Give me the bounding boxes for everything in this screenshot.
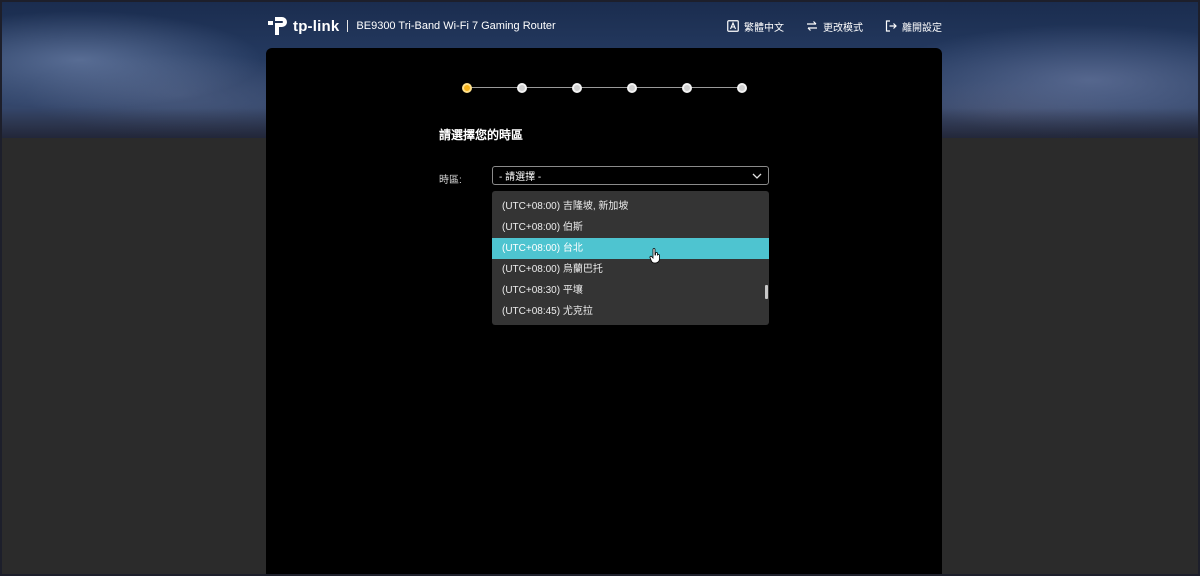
- wizard-stepper: [462, 82, 747, 94]
- brand-name: tp-link: [293, 17, 340, 35]
- setup-panel: 請選擇您的時區 時區: - 請選擇 - (UTC+08:00) 吉隆坡, 新加坡…: [266, 48, 942, 576]
- change-mode-button[interactable]: 更改模式: [806, 19, 863, 34]
- hand-cursor-icon: [649, 248, 660, 264]
- header-divider: [347, 20, 349, 32]
- step-1-dot: [462, 83, 472, 93]
- timezone-option[interactable]: (UTC+08:45) 尤克拉: [492, 301, 769, 322]
- timezone-select-value: - 請選擇 -: [499, 172, 542, 183]
- timezone-dropdown: (UTC+08:00) 吉隆坡, 新加坡 (UTC+08:00) 伯斯 (UTC…: [492, 191, 769, 325]
- step-5-dot: [682, 83, 692, 93]
- chevron-down-icon: [752, 173, 762, 179]
- switch-mode-icon: [807, 21, 817, 31]
- header-actions: 繁體中文 更改模式 離開設定: [727, 19, 942, 34]
- language-button[interactable]: 繁體中文: [727, 19, 784, 34]
- step-4-dot: [627, 83, 637, 93]
- timezone-option[interactable]: (UTC+08:00) 吉隆坡, 新加坡: [492, 196, 769, 217]
- brand: tp-link BE9300 Tri-Band Wi-Fi 7 Gaming R…: [266, 14, 556, 38]
- page-title: 請選擇您的時區: [439, 128, 524, 142]
- timezone-option[interactable]: (UTC+08:00) 烏蘭巴托: [492, 259, 769, 280]
- dropdown-scrollbar[interactable]: [765, 285, 768, 299]
- timezone-option[interactable]: (UTC+08:30) 平壤: [492, 280, 769, 301]
- timezone-option[interactable]: (UTC+08:00) 伯斯: [492, 217, 769, 238]
- step-3-dot: [572, 83, 582, 93]
- stepper-line: [466, 87, 738, 88]
- timezone-select[interactable]: - 請選擇 -: [492, 166, 769, 185]
- step-6-dot: [737, 83, 747, 93]
- step-2-dot: [517, 83, 527, 93]
- exit-icon: [885, 20, 897, 32]
- timezone-option-list: (UTC+08:00) 吉隆坡, 新加坡 (UTC+08:00) 伯斯 (UTC…: [492, 191, 769, 322]
- timezone-label: 時區:: [439, 175, 462, 186]
- timezone-option-highlighted[interactable]: (UTC+08:00) 台北: [492, 238, 769, 259]
- exit-setup-button[interactable]: 離開設定: [885, 19, 942, 34]
- product-name: BE9300 Tri-Band Wi-Fi 7 Gaming Router: [356, 20, 556, 32]
- language-label: 繁體中文: [744, 22, 784, 34]
- change-mode-label: 更改模式: [823, 22, 863, 34]
- top-bar: tp-link BE9300 Tri-Band Wi-Fi 7 Gaming R…: [266, 12, 942, 40]
- language-icon: [727, 20, 739, 32]
- exit-setup-label: 離開設定: [902, 22, 942, 34]
- tp-link-logo-icon: [268, 17, 287, 35]
